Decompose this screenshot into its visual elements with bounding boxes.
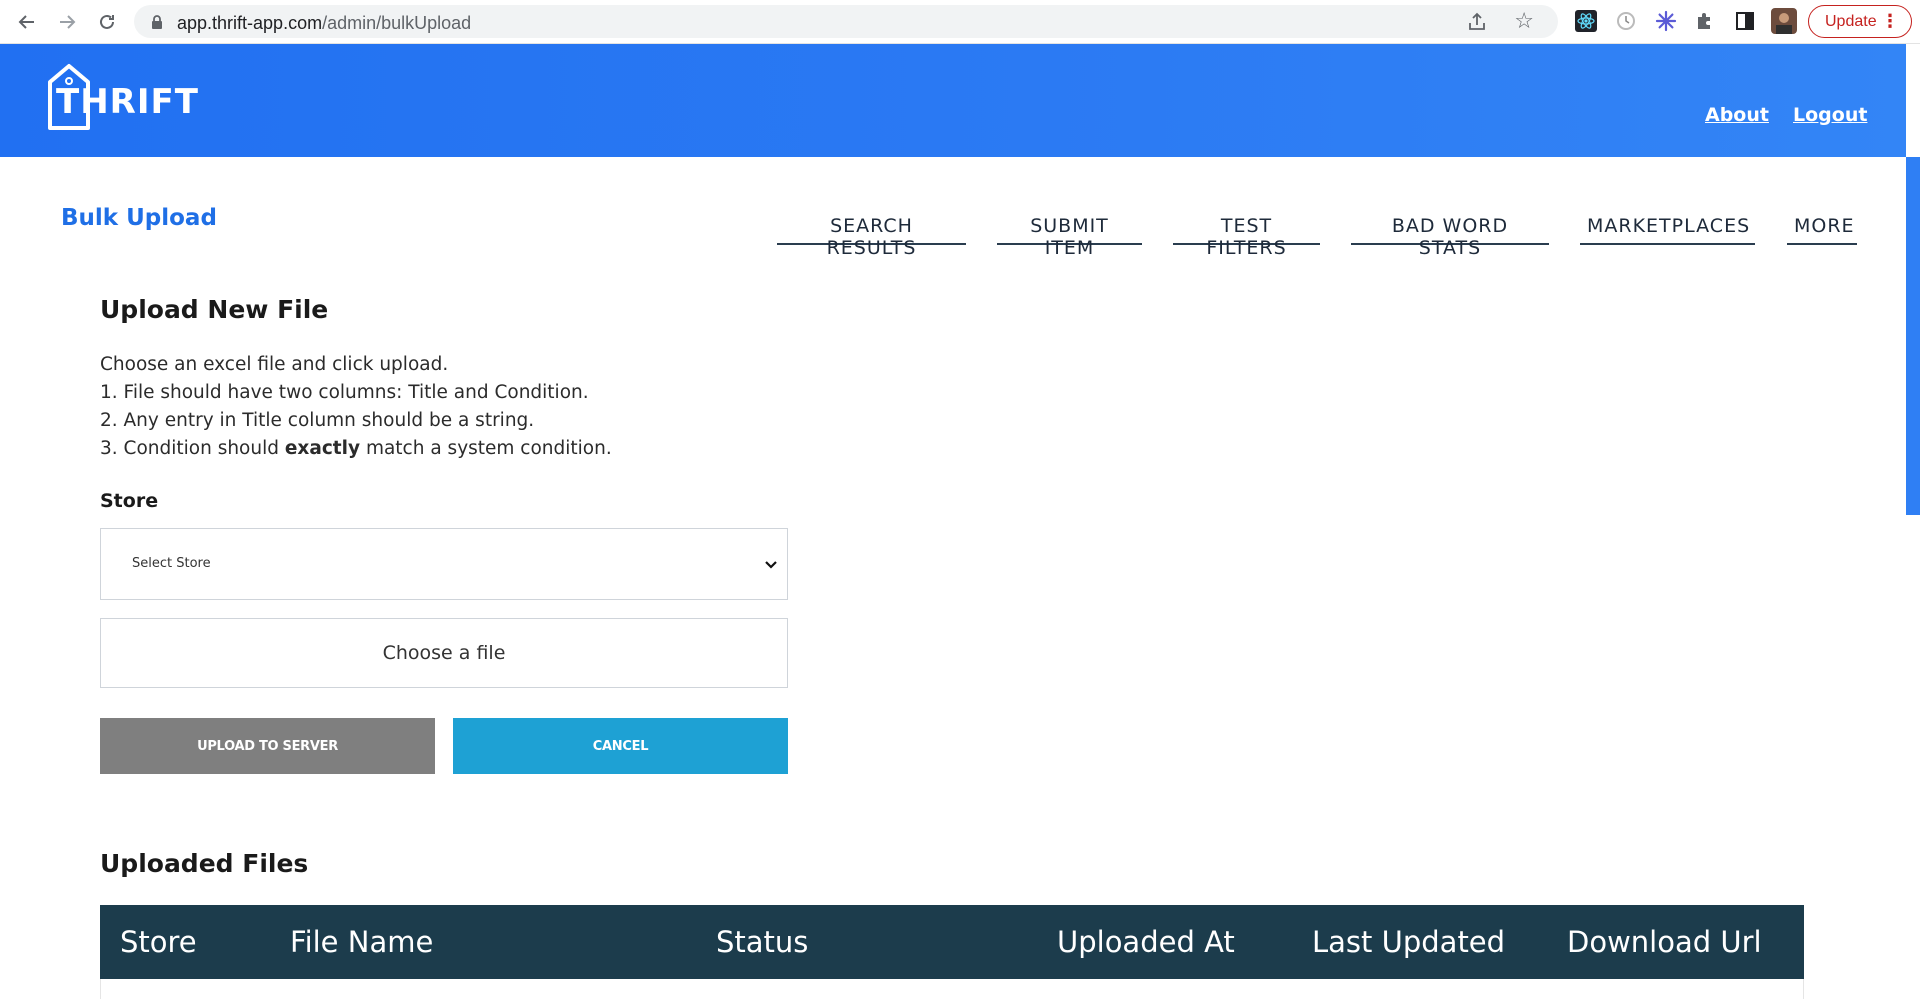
upload-to-server-button[interactable]: UPLOAD TO SERVER bbox=[100, 718, 435, 774]
instruction-rule-3: 3. Condition should exactly match a syst… bbox=[100, 438, 612, 459]
share-icon[interactable] bbox=[1466, 11, 1488, 33]
side-panel-icon[interactable] bbox=[1732, 8, 1758, 34]
store-label: Store bbox=[100, 490, 159, 512]
address-bar[interactable]: app.thrift-app.com/admin/bulkUpload ☆ bbox=[134, 5, 1558, 38]
nav-search-results[interactable]: SEARCH RESULTS bbox=[777, 215, 966, 259]
col-uploaded-at: Uploaded At bbox=[1057, 925, 1235, 959]
page-title: Bulk Upload bbox=[61, 205, 217, 231]
nav-bad-word-stats[interactable]: BAD WORD STATS bbox=[1351, 215, 1549, 259]
col-file-name: File Name bbox=[290, 925, 434, 959]
instruction-rule-1: 1. File should have two columns: Title a… bbox=[100, 382, 589, 403]
logo-text: THRIFT bbox=[56, 82, 199, 122]
col-store: Store bbox=[120, 925, 197, 959]
store-select-value: Select Store bbox=[132, 556, 211, 571]
page-scrollbar[interactable] bbox=[1906, 157, 1920, 515]
upload-section-title: Upload New File bbox=[100, 295, 329, 324]
about-link[interactable]: About bbox=[1705, 104, 1769, 126]
extension-snowflake-icon[interactable] bbox=[1653, 8, 1679, 34]
upload-instructions: Choose an excel file and click upload. 1… bbox=[100, 351, 612, 463]
nav-marketplaces[interactable]: MARKETPLACES bbox=[1580, 215, 1755, 245]
back-icon[interactable] bbox=[14, 9, 40, 35]
react-devtools-icon[interactable] bbox=[1573, 8, 1599, 34]
col-status: Status bbox=[716, 925, 809, 959]
reload-icon[interactable] bbox=[94, 9, 120, 35]
files-table-body bbox=[100, 979, 1804, 999]
app-header: THRIFT About Logout bbox=[0, 44, 1906, 157]
more-vert-icon: ⋮ bbox=[1881, 11, 1899, 31]
profile-avatar[interactable] bbox=[1771, 8, 1797, 34]
nav-more[interactable]: MORE bbox=[1787, 215, 1857, 245]
browser-update-button[interactable]: Update ⋮ bbox=[1808, 5, 1912, 38]
url-text: app.thrift-app.com/admin/bulkUpload bbox=[177, 13, 472, 33]
extension-timer-icon[interactable] bbox=[1613, 8, 1639, 34]
lock-icon bbox=[152, 15, 162, 29]
store-select[interactable]: Select Store bbox=[100, 528, 788, 600]
extensions-puzzle-icon[interactable] bbox=[1692, 8, 1718, 34]
instruction-rule-2: 2. Any entry in Title column should be a… bbox=[100, 410, 535, 431]
uploaded-files-title: Uploaded Files bbox=[100, 849, 309, 878]
forward-icon[interactable] bbox=[54, 9, 80, 35]
browser-toolbar: app.thrift-app.com/admin/bulkUpload ☆ Up… bbox=[0, 0, 1920, 44]
nav-submit-item[interactable]: SUBMIT ITEM bbox=[997, 215, 1142, 259]
cancel-button[interactable]: CANCEL bbox=[453, 718, 788, 774]
chevron-down-icon bbox=[765, 561, 777, 569]
logout-link[interactable]: Logout bbox=[1793, 104, 1867, 126]
bookmark-star-icon[interactable]: ☆ bbox=[1514, 8, 1534, 34]
instruction-intro: Choose an excel file and click upload. bbox=[100, 354, 449, 375]
col-last-updated: Last Updated bbox=[1312, 925, 1506, 959]
nav-test-filters[interactable]: TEST FILTERS bbox=[1173, 215, 1320, 259]
col-download-url: Download Url bbox=[1567, 925, 1762, 959]
files-table-header: Store File Name Status Uploaded At Last … bbox=[100, 905, 1804, 979]
file-chooser[interactable]: Choose a file bbox=[100, 618, 788, 688]
